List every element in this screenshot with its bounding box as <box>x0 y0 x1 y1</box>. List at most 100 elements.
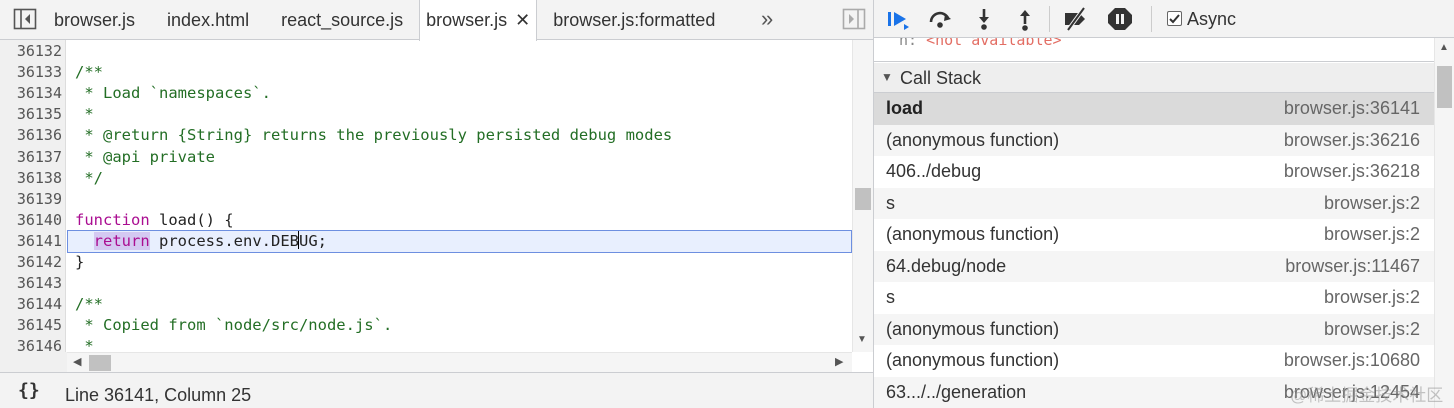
code-editor[interactable]: 36132 36133 36134 36135 36136 36137 36138 36139… <box>0 40 852 352</box>
editor-horizontal-scrollbar[interactable]: ◀ ▶ <box>67 352 852 372</box>
tab-label: browser.js:formatted <box>553 10 716 30</box>
call-frame[interactable]: (anonymous function) browser.js:10680 <box>874 345 1434 377</box>
call-frame-location[interactable]: browser.js:11467 <box>1285 251 1420 283</box>
call-frame[interactable]: s browser.js:2 <box>874 187 1434 220</box>
call-stack-list: load browser.js:36141 (anonymous function)… <box>874 93 1434 408</box>
code-line: */ <box>75 168 103 189</box>
scrollbar-corner <box>0 352 67 372</box>
toolbar-separator <box>1049 6 1050 32</box>
expand-triangle-icon: ▼ <box>881 70 893 84</box>
close-tab-icon[interactable]: ✕ <box>515 10 530 30</box>
tab-label: browser.js <box>426 10 508 30</box>
code-comment: * <box>75 337 94 352</box>
code-text: load() { <box>149 210 234 229</box>
resume-icon[interactable] <box>885 6 913 32</box>
code-comment: * Copied from `node/src/node.js`. <box>75 316 393 335</box>
line-number[interactable]: 36134 <box>0 83 62 104</box>
line-number[interactable]: 36141 <box>0 231 62 252</box>
line-number[interactable]: 36133 <box>0 62 62 83</box>
line-number[interactable]: 36137 <box>0 147 62 168</box>
call-frame[interactable]: load browser.js:36141 <box>874 93 1434 125</box>
call-frame[interactable]: (anonymous function) browser.js:2 <box>874 219 1434 251</box>
call-frame-function: load <box>886 98 924 118</box>
sidebar-vertical-scrollbar[interactable]: ▲ <box>1434 38 1454 408</box>
line-number[interactable]: 36145 <box>0 315 62 336</box>
editor-tab[interactable]: browser.js <box>38 0 151 40</box>
code-line: * @return {String} returns the previousl… <box>75 125 672 146</box>
call-frame-function: (anonymous function) <box>886 224 1060 244</box>
code-line: return process.env.DEBUG; <box>75 230 327 252</box>
scroll-left-arrow-icon[interactable]: ◀ <box>73 355 81 368</box>
code-text: process.env.DEB <box>149 231 299 250</box>
call-frame-location[interactable]: browser.js:2 <box>1324 314 1420 346</box>
line-number[interactable]: 36142 <box>0 252 62 273</box>
toggle-debugger-icon[interactable] <box>842 8 866 30</box>
call-frame[interactable]: 64.debug/node browser.js:11467 <box>874 250 1434 283</box>
code-line: /** <box>75 294 103 315</box>
code-line: * Load `namespaces`. <box>75 83 271 104</box>
code-keyword: return <box>93 231 150 250</box>
scope-variables-partial: n: <not available> <box>874 38 1434 62</box>
call-frame[interactable]: 406../debug browser.js:36218 <box>874 156 1434 188</box>
line-number[interactable]: 36138 <box>0 168 62 189</box>
call-frame-function: (anonymous function) <box>886 350 1060 370</box>
call-frame-location[interactable]: browser.js:36141 <box>1284 93 1420 125</box>
line-number[interactable]: 36132 <box>0 41 62 62</box>
call-frame-location[interactable]: browser.js:2 <box>1324 219 1420 251</box>
scrollbar-thumb[interactable] <box>89 355 111 371</box>
scrollbar-thumb[interactable] <box>1437 66 1452 108</box>
editor-status-bar: {} Line 36141, Column 25 <box>0 372 873 408</box>
line-number[interactable]: 36139 <box>0 189 62 210</box>
call-frame-function: 406../debug <box>886 161 982 181</box>
call-stack-header[interactable]: ▼ Call Stack <box>874 63 1434 93</box>
call-frame-location[interactable]: browser.js:36216 <box>1284 125 1420 157</box>
code-text: UG; <box>298 231 327 250</box>
call-frame-location[interactable]: browser.js:10680 <box>1284 345 1420 377</box>
call-frame-function: (anonymous function) <box>886 129 1060 150</box>
tab-label: react_source.js <box>281 10 404 30</box>
async-checkbox[interactable] <box>1167 11 1182 26</box>
code-line: } <box>75 252 84 273</box>
call-frame[interactable]: (anonymous function) browser.js:36216 <box>874 124 1434 157</box>
code-comment: * Load `namespaces`. <box>75 84 271 103</box>
line-number[interactable]: 36136 <box>0 125 62 146</box>
step-out-icon[interactable] <box>1011 6 1039 32</box>
call-frame[interactable]: s browser.js:2 <box>874 282 1434 314</box>
step-over-icon[interactable] <box>926 6 954 32</box>
editor-tabs: browser.js index.html react_source.js brows… <box>38 0 731 41</box>
scroll-right-arrow-icon[interactable]: ▶ <box>835 355 843 368</box>
scroll-down-arrow-icon[interactable]: ▼ <box>857 334 867 345</box>
code-comment: * @api private <box>75 147 215 166</box>
toggle-navigator-icon[interactable] <box>13 8 37 30</box>
editor-tab-active[interactable]: browser.js ✕ <box>419 0 538 41</box>
line-number[interactable]: 36143 <box>0 273 62 294</box>
code-keyword: function <box>75 210 150 229</box>
editor-tab[interactable]: index.html <box>151 0 265 40</box>
watermark: @稀土掘金技术社区 <box>1290 386 1444 405</box>
line-number[interactable]: 36144 <box>0 294 62 315</box>
deactivate-breakpoints-icon[interactable] <box>1062 6 1090 32</box>
pretty-print-button[interactable]: {} <box>18 380 40 401</box>
editor-vertical-scrollbar[interactable]: ▼ <box>852 40 873 352</box>
call-frame-location[interactable]: browser.js:36218 <box>1284 156 1420 188</box>
scroll-up-arrow-icon[interactable]: ▲ <box>1439 42 1449 53</box>
code-comment: * @return {String} returns the previousl… <box>75 126 673 145</box>
line-number[interactable]: 36135 <box>0 104 62 125</box>
more-tabs-button[interactable]: » <box>761 0 773 40</box>
call-frame-location[interactable]: browser.js:2 <box>1324 282 1420 314</box>
line-number[interactable]: 36146 <box>0 336 62 352</box>
editor-tab[interactable]: react_source.js <box>265 0 419 40</box>
line-number[interactable]: 36140 <box>0 210 62 231</box>
call-frame-location[interactable]: browser.js:2 <box>1324 188 1420 220</box>
code-line: * <box>75 336 94 352</box>
code-line: * Copied from `node/src/node.js`. <box>75 315 392 336</box>
variable-name: n <box>899 38 909 49</box>
debugger-toolbar: Async <box>874 0 1454 38</box>
cursor-position: Line 36141, Column 25 <box>65 385 252 405</box>
line-number-gutter[interactable]: 36132 36133 36134 36135 36136 36137 36138 36139… <box>0 40 66 352</box>
editor-tab[interactable]: browser.js:formatted <box>537 0 731 40</box>
call-frame[interactable]: (anonymous function) browser.js:2 <box>874 313 1434 346</box>
pause-on-exceptions-icon[interactable] <box>1106 6 1134 32</box>
scrollbar-thumb[interactable] <box>855 188 871 210</box>
step-into-icon[interactable] <box>970 6 998 32</box>
